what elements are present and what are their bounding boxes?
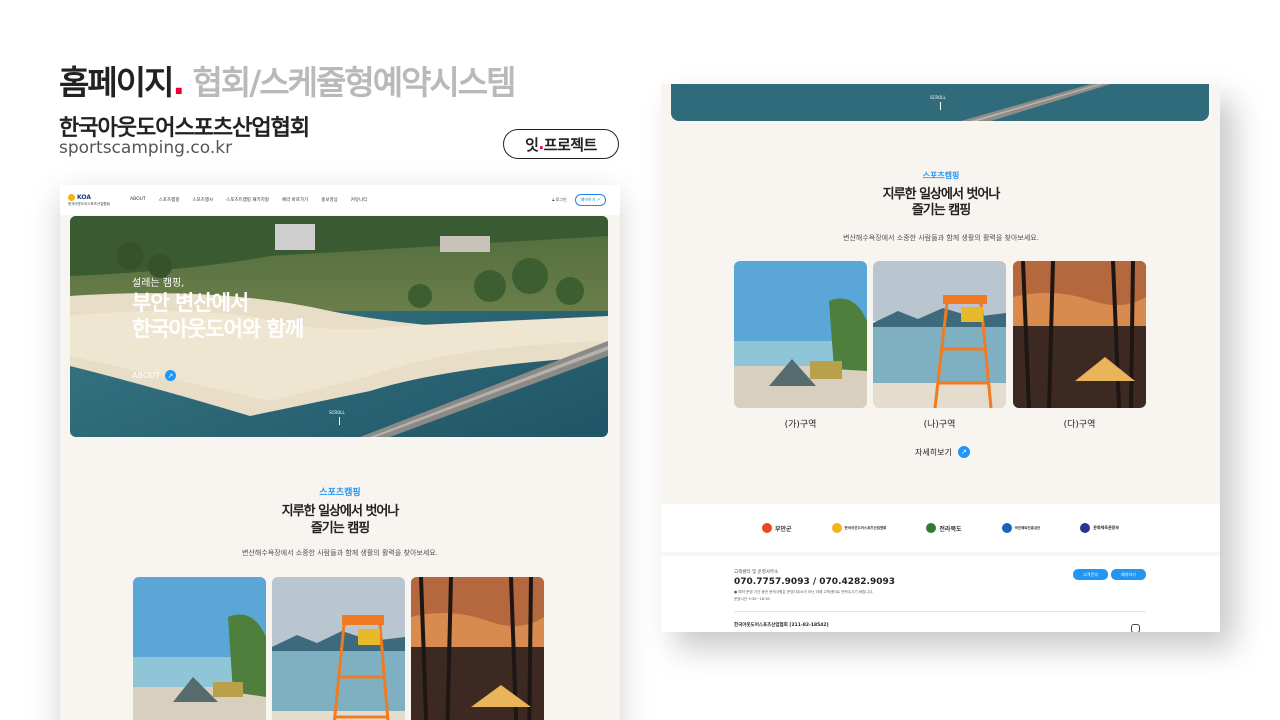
logo-mark-text: KOA — [77, 194, 91, 201]
hero-banner: 설레는 캠핑, 부안 변산에서 한국아웃도어와 함께 ABOUT ↗ SCROLL — [70, 216, 608, 437]
arrow-up-right-icon: ↗ — [957, 446, 970, 458]
zone-c-photo-right — [1013, 261, 1146, 408]
hero-about-label: ABOUT — [132, 371, 160, 380]
badge-text-b: 프로젝트 — [543, 135, 598, 154]
footer-note: ● 예약 운영 기간 동안 문의사항은 운영사무소가 아닌 아래 고객센터로 연… — [734, 590, 874, 594]
zone-a-photo-right — [734, 261, 867, 408]
hero-heading-line1: 부안 변산에서 — [132, 291, 249, 315]
menu-item-community[interactable]: 커뮤니티 — [351, 197, 368, 203]
scroll-indicator — [339, 417, 340, 425]
hero-heading: 부안 변산에서 한국아웃도어와 함께 — [132, 290, 304, 342]
desktop-mockup-left: KOA 한국아웃도어스포츠산업협회 ABOUT 스포츠캠핑 스포츠행사 스포츠트… — [60, 185, 620, 720]
client-url: sportscamping.co.kr — [59, 138, 233, 158]
lock-icon: 🔒︎ — [552, 197, 555, 202]
hero-heading-line2: 한국아웃도어와 함께 — [132, 317, 304, 341]
footer-hours: 운영시간 9:30~18:30 — [734, 597, 770, 601]
zone-b-photo — [272, 577, 405, 720]
section-title-right: 지루한 일상에서 벗어나 즐기는 캠핑 — [661, 187, 1220, 219]
title-sub: 협회/스케쥴형예약시스템 — [192, 63, 517, 102]
card-zone-c[interactable] — [411, 577, 544, 720]
section-desc-right: 변산해수욕장에서 소중한 사람들과 함께 생활의 활력을 찾아보세요. — [843, 234, 1039, 242]
section-title: 지루한 일상에서 벗어나즐기는 캠핑 — [60, 503, 620, 537]
kspo-logo-icon — [1001, 523, 1012, 533]
footer-reserve-button[interactable]: 예약하기 — [1111, 569, 1146, 580]
badge-text-a: 잇 — [525, 135, 539, 154]
desktop-mockup-right: SCROLL 스포츠캠핑 지루한 일상에서 벗어나 즐기는 캠핑 변산해수욕장에서… — [661, 84, 1220, 632]
logo-mark: KOA — [68, 194, 91, 201]
site-logo[interactable]: KOA 한국아웃도어스포츠산업협회 — [68, 194, 110, 207]
sun-icon — [68, 194, 75, 201]
title-main: 홈페이지 — [59, 63, 174, 102]
partner-koa[interactable]: 한국아웃도어스포츠산업협회 — [831, 523, 887, 533]
section-title-line1: 지루한 일상에서 벗어나 — [281, 504, 400, 519]
partner-kspo[interactable]: 국민체육진흥공단 — [1001, 523, 1041, 533]
footer-phone: 070.7757.9093 / 070.4282.9093 — [734, 577, 895, 587]
hero-about-link[interactable]: ABOUT ↗ — [132, 370, 176, 381]
instagram-icon[interactable] — [1131, 624, 1140, 632]
partner-kspo-label: 국민체육진흥공단 — [1014, 525, 1041, 530]
section-tag-right: 스포츠캠핑 — [922, 171, 960, 180]
arrow-up-right-icon: ↗ — [164, 370, 176, 381]
scroll-indicator-right — [940, 102, 941, 110]
main-menu: ABOUT 스포츠캠핑 스포츠행사 스포츠트캠핑 패키지형 예약 바로가기 홍보… — [130, 197, 367, 203]
project-badge: 잇. 프로젝트 — [503, 129, 619, 159]
scroll-label: SCROLL — [329, 410, 345, 415]
portfolio-canvas: 홈페이지. 협회/스케쥴형예약시스템 한국아웃도어스포츠산업협회 sportsc… — [0, 0, 1280, 720]
hero-eyebrow: 설레는 캠핑, — [132, 278, 185, 289]
buan-logo-icon — [761, 523, 772, 533]
menu-item-video[interactable]: 홍보영상 — [321, 197, 338, 203]
section-tag: 스포츠캠핑 — [319, 488, 361, 498]
zone-c-photo — [411, 577, 544, 720]
menu-item-package[interactable]: 스포츠트캠핑 패키지형 — [226, 197, 269, 203]
partner-jeonbuk[interactable]: 전라북도 — [926, 523, 962, 533]
card-label-a: (가)구역 — [784, 420, 817, 430]
login-link[interactable]: 🔒︎ 로그인 — [552, 197, 566, 203]
logo-text: 한국아웃도어스포츠산업협회 — [68, 202, 110, 206]
zone-a-photo — [133, 577, 266, 720]
partner-koa-label: 한국아웃도어스포츠산업협회 — [844, 525, 887, 530]
menu-item-about[interactable]: ABOUT — [130, 197, 146, 203]
card-zone-c-right[interactable] — [1013, 261, 1146, 408]
scroll-label-right: SCROLL — [930, 95, 946, 100]
login-label: 로그인 — [555, 197, 567, 202]
menu-item-sports-event[interactable]: 스포츠행사 — [192, 197, 213, 203]
section-title-line2: 즐기는 캠핑 — [310, 521, 370, 536]
card-zone-a[interactable] — [133, 577, 266, 720]
card-zone-a-right[interactable] — [734, 261, 867, 408]
nav-actions: 🔒︎ 로그인 예약하기 ↗ — [552, 194, 606, 206]
section-desc: 변산해수욕장에서 소중한 사람들과 함께 생활의 활력을 찾아보세요. — [242, 549, 438, 557]
partner-mcst[interactable]: 문화체육관광부 — [1080, 523, 1119, 533]
section-title-right-line1: 지루한 일상에서 벗어나 — [882, 187, 1001, 202]
footer-company: 한국아웃도어스포츠산업협회 [211-82-18542] — [734, 623, 829, 628]
title-dot: . — [172, 63, 184, 102]
partner-mcst-label: 문화체육관광부 — [1093, 525, 1120, 530]
portfolio-title: 홈페이지. 협회/스케쥴형예약시스템 — [59, 56, 517, 104]
site-navbar: KOA 한국아웃도어스포츠산업협회 ABOUT 스포츠캠핑 스포츠행사 스포츠트… — [60, 185, 620, 215]
jeonbuk-logo-icon — [926, 523, 937, 533]
partner-logos: 부안군 한국아웃도어스포츠산업협회 전라북도 국민체육진흥공단 문화체육관광부 — [661, 504, 1220, 552]
card-label-b: (나)구역 — [923, 420, 956, 430]
zone-b-photo-right — [873, 261, 1006, 408]
more-link[interactable]: 자세히보기 ↗ — [915, 446, 970, 458]
menu-item-sports-camping[interactable]: 스포츠캠핑 — [159, 197, 180, 203]
card-zone-b[interactable] — [272, 577, 405, 720]
card-label-c: (다)구역 — [1063, 420, 1096, 430]
footer-divider — [734, 611, 1146, 612]
partner-buan[interactable]: 부안군 — [761, 523, 792, 533]
partner-buan-label: 부안군 — [774, 525, 792, 533]
site-footer: 고객센터 및 운영사무소 070.7757.9093 / 070.4282.90… — [661, 556, 1220, 632]
hero-banner-bottom: SCROLL — [671, 84, 1209, 121]
section-title-right-line2: 즐기는 캠핑 — [911, 203, 971, 218]
menu-item-reserve[interactable]: 예약 바로가기 — [282, 197, 308, 203]
mcst-logo-icon — [1080, 523, 1091, 533]
card-zone-b-right[interactable] — [873, 261, 1006, 408]
footer-inquiry-button[interactable]: 고객문의 — [1073, 569, 1108, 580]
reserve-button[interactable]: 예약하기 ↗ — [574, 194, 606, 206]
partner-jeonbuk-label: 전라북도 — [939, 525, 962, 533]
footer-label: 고객센터 및 운영사무소 — [734, 570, 779, 575]
koa-logo-icon — [831, 523, 842, 533]
more-label: 자세히보기 — [915, 447, 952, 457]
